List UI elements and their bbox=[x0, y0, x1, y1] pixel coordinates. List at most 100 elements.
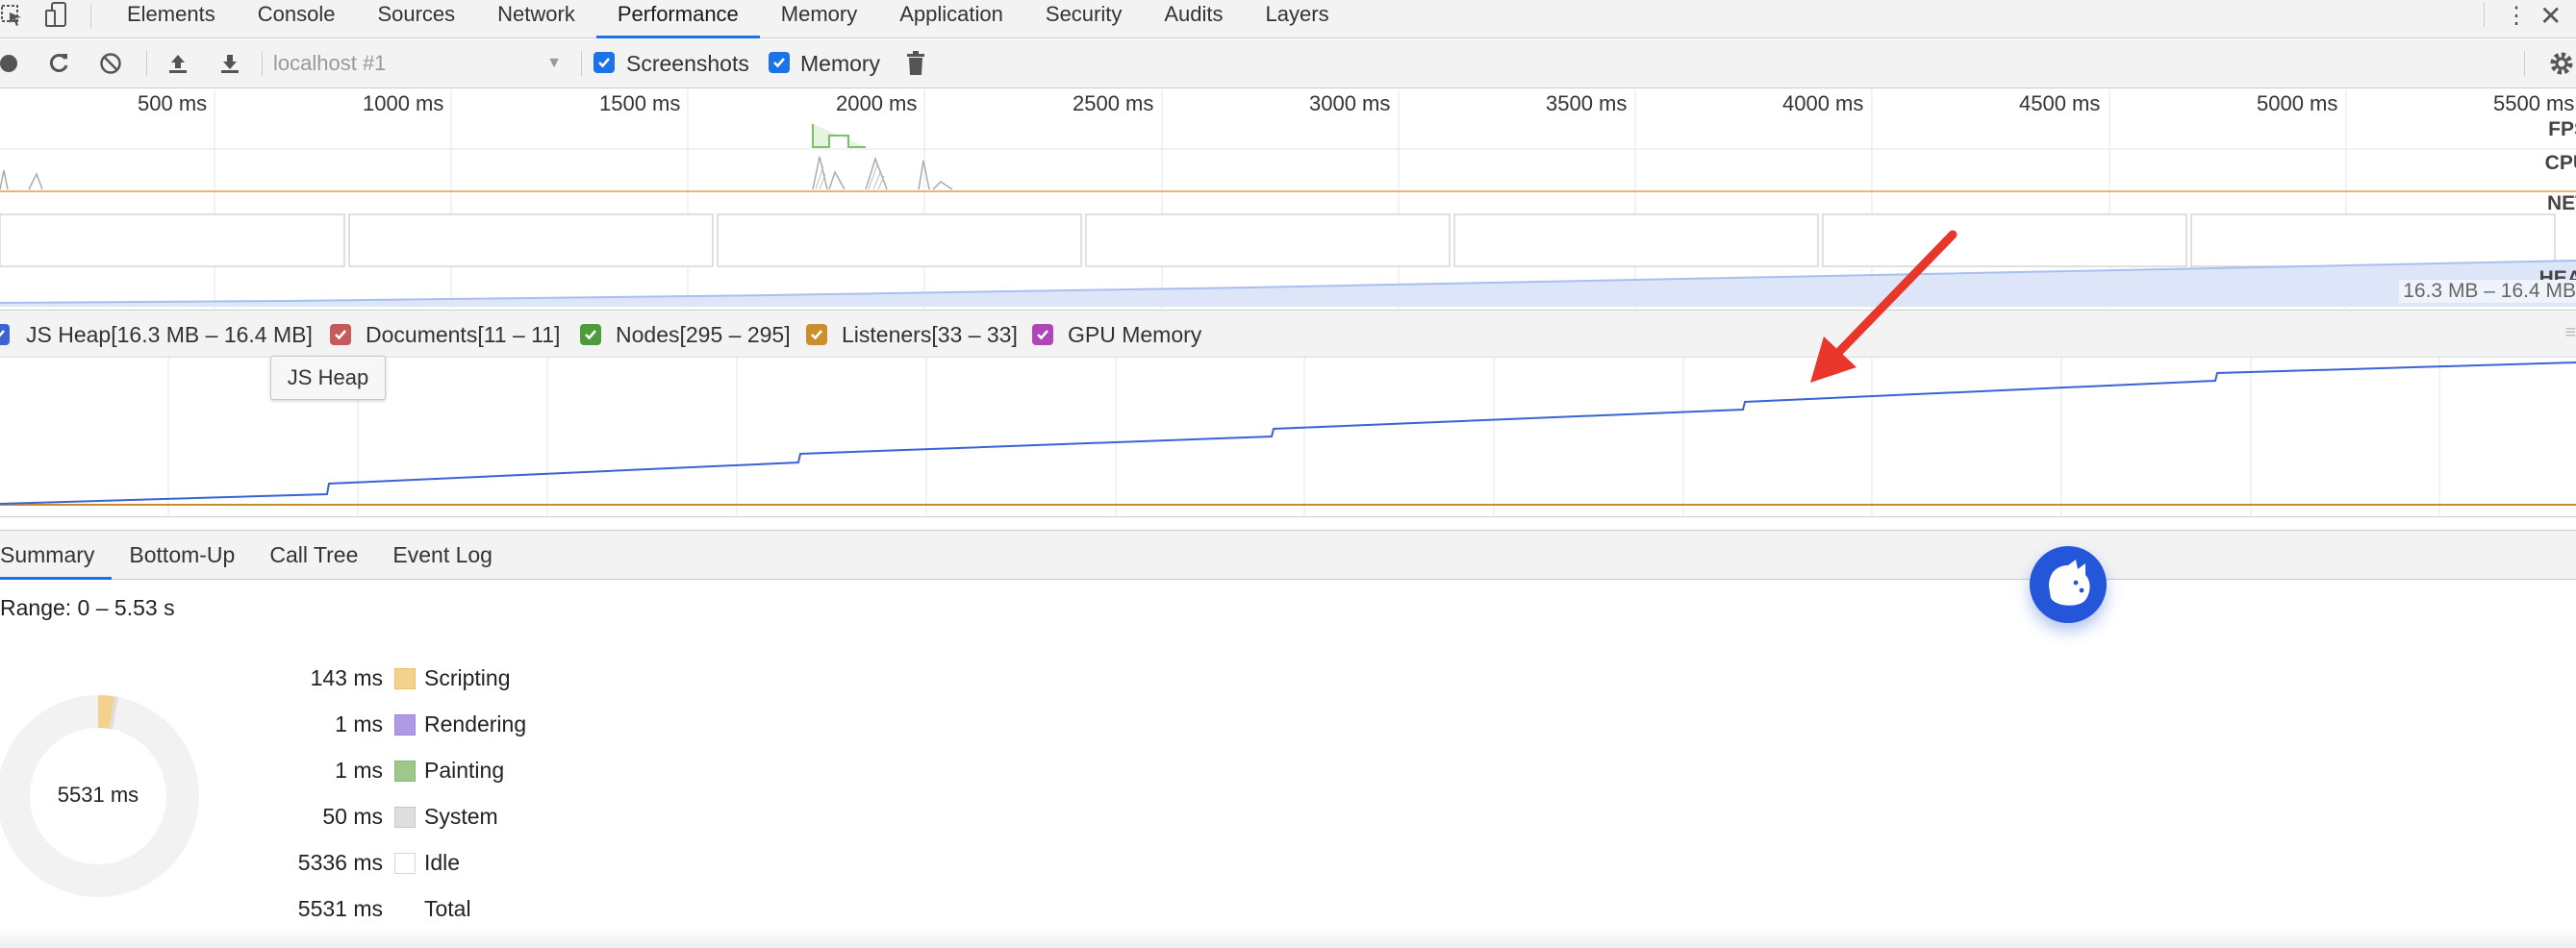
toolbar-divider bbox=[262, 51, 263, 76]
ruler-label: 3500 ms bbox=[1546, 91, 1628, 115]
painting-swatch bbox=[394, 761, 416, 782]
summary-label: Painting bbox=[424, 758, 505, 783]
tab-bar-divider bbox=[90, 4, 91, 29]
tab-summary[interactable]: Summary bbox=[0, 531, 113, 580]
target-select[interactable]: localhost #1 ▼ bbox=[267, 47, 569, 80]
toolbar-divider-right bbox=[2524, 51, 2525, 76]
chevron-down-icon: ▼ bbox=[546, 55, 562, 71]
summary-value: 5531 ms bbox=[297, 896, 383, 921]
summary-label: Scripting bbox=[424, 665, 511, 690]
memory-checkbox[interactable] bbox=[769, 52, 790, 73]
save-profile-button[interactable] bbox=[215, 49, 244, 78]
screenshots-checkbox[interactable] bbox=[593, 52, 615, 73]
summary-row-painting: 1 ms Painting bbox=[0, 758, 539, 786]
toolbar-divider bbox=[581, 51, 582, 76]
tab-bottom-up[interactable]: Bottom-Up bbox=[112, 531, 252, 580]
clear-button[interactable] bbox=[96, 49, 125, 78]
timeline-overview[interactable]: 500 ms 1000 ms 1500 ms 2000 ms 2500 ms 3… bbox=[0, 89, 2576, 309]
tab-sources[interactable]: Sources bbox=[356, 0, 476, 38]
summary-label: System bbox=[424, 804, 498, 829]
performance-toolbar: localhost #1 ▼ Screenshots Memory bbox=[0, 39, 2576, 88]
tab-security[interactable]: Security bbox=[1024, 0, 1143, 38]
assistant-cat-button[interactable] bbox=[2030, 546, 2107, 623]
gpu-memory-label: GPU Memory bbox=[1068, 322, 1202, 347]
summary-label: Rendering bbox=[424, 711, 527, 736]
documents-label: Documents[11 – 11] bbox=[366, 322, 561, 347]
ruler-label: 4000 ms bbox=[1782, 91, 1864, 115]
ruler-label: 1000 ms bbox=[363, 91, 444, 115]
system-swatch bbox=[394, 807, 416, 828]
drag-handle-icon[interactable]: ≡ bbox=[2564, 322, 2576, 344]
details-tabs: Summary Bottom-Up Call Tree Event Log bbox=[0, 530, 2576, 580]
overview-graph bbox=[0, 89, 2576, 309]
tab-call-tree[interactable]: Call Tree bbox=[252, 531, 375, 580]
js-heap-tooltip: JS Heap bbox=[270, 356, 386, 400]
more-options-icon[interactable]: ⋮ bbox=[2505, 0, 2528, 31]
tab-network[interactable]: Network bbox=[476, 0, 596, 38]
panel-tabs: Elements Console Sources Network Perform… bbox=[106, 0, 1351, 38]
js-heap-chart bbox=[0, 358, 2576, 517]
listeners-checkbox[interactable] bbox=[806, 324, 827, 345]
heap-range-label: 16.3 MB – 16.4 MB bbox=[2399, 280, 2576, 303]
cpu-track-label: CPU bbox=[2544, 152, 2576, 174]
summary-row-total: 5531 ms Total bbox=[0, 896, 539, 925]
rendering-swatch bbox=[394, 714, 416, 736]
net-track-label: NET bbox=[2547, 192, 2576, 214]
tab-performance[interactable]: Performance bbox=[595, 0, 760, 38]
tab-console[interactable]: Console bbox=[237, 0, 357, 38]
ruler-label: 500 ms bbox=[138, 91, 208, 115]
annotation-arrow-icon bbox=[1810, 230, 1957, 383]
summary-value: 1 ms bbox=[335, 711, 383, 736]
gpu-memory-checkbox[interactable] bbox=[1032, 324, 1053, 345]
summary-value: 5336 ms bbox=[297, 850, 383, 875]
device-toolbar-icon[interactable] bbox=[44, 0, 69, 31]
tab-audits[interactable]: Audits bbox=[1143, 0, 1244, 38]
gear-icon[interactable] bbox=[2547, 49, 2576, 78]
summary-row-system: 50 ms System bbox=[0, 804, 539, 833]
scripting-swatch bbox=[394, 668, 416, 689]
ruler-label: 4500 ms bbox=[2019, 91, 2101, 115]
tab-event-log[interactable]: Event Log bbox=[375, 531, 510, 580]
summary-value: 50 ms bbox=[322, 804, 383, 829]
tab-elements[interactable]: Elements bbox=[106, 0, 237, 38]
devtools-tab-bar: Elements Console Sources Network Perform… bbox=[0, 0, 2576, 38]
reload-record-button[interactable] bbox=[44, 49, 73, 78]
tab-layers[interactable]: Layers bbox=[1245, 0, 1351, 38]
ruler-label: 2500 ms bbox=[1073, 91, 1154, 115]
memory-label: Memory bbox=[800, 51, 881, 76]
memory-counters-bar: JS Heap[16.3 MB – 16.4 MB] Documents[11 … bbox=[0, 310, 2576, 358]
summary-label: Total bbox=[424, 896, 471, 921]
cat-icon bbox=[2049, 560, 2090, 606]
summary-range: Range: 0 – 5.53 s bbox=[0, 595, 175, 620]
summary-row-rendering: 1 ms Rendering bbox=[0, 711, 539, 740]
record-button[interactable] bbox=[0, 49, 23, 78]
screenshots-label: Screenshots bbox=[626, 51, 749, 76]
memory-counter-graph[interactable] bbox=[0, 358, 2576, 517]
inspect-element-icon[interactable] bbox=[0, 0, 25, 31]
tab-application[interactable]: Application bbox=[878, 0, 1024, 38]
ruler-label: 5000 ms bbox=[2257, 91, 2338, 115]
tab-bar-divider-right bbox=[2484, 2, 2485, 27]
idle-swatch bbox=[394, 853, 416, 874]
summary-value: 1 ms bbox=[335, 758, 383, 783]
close-icon[interactable]: ✕ bbox=[2539, 0, 2562, 31]
load-profile-button[interactable] bbox=[164, 49, 192, 78]
bottom-shade bbox=[0, 929, 2576, 948]
ruler-label: 3000 ms bbox=[1309, 91, 1391, 115]
tab-memory[interactable]: Memory bbox=[760, 0, 878, 38]
collect-garbage-icon[interactable] bbox=[901, 49, 930, 78]
ruler-label: 2000 ms bbox=[836, 91, 918, 115]
ruler-label: 1500 ms bbox=[599, 91, 681, 115]
summary-row-scripting: 143 ms Scripting bbox=[0, 665, 539, 694]
summary-value: 143 ms bbox=[310, 665, 383, 690]
fps-track-label: FPS bbox=[2548, 118, 2576, 140]
nodes-checkbox[interactable] bbox=[580, 324, 601, 345]
js-heap-checkbox[interactable] bbox=[0, 324, 10, 345]
listeners-label: Listeners[33 – 33] bbox=[842, 322, 1018, 347]
toolbar-divider bbox=[146, 51, 147, 76]
documents-checkbox[interactable] bbox=[330, 324, 351, 345]
target-select-value: localhost #1 bbox=[273, 51, 387, 75]
summary-row-idle: 5336 ms Idle bbox=[0, 850, 539, 879]
nodes-label: Nodes[295 – 295] bbox=[616, 322, 791, 347]
summary-label: Idle bbox=[424, 850, 461, 875]
